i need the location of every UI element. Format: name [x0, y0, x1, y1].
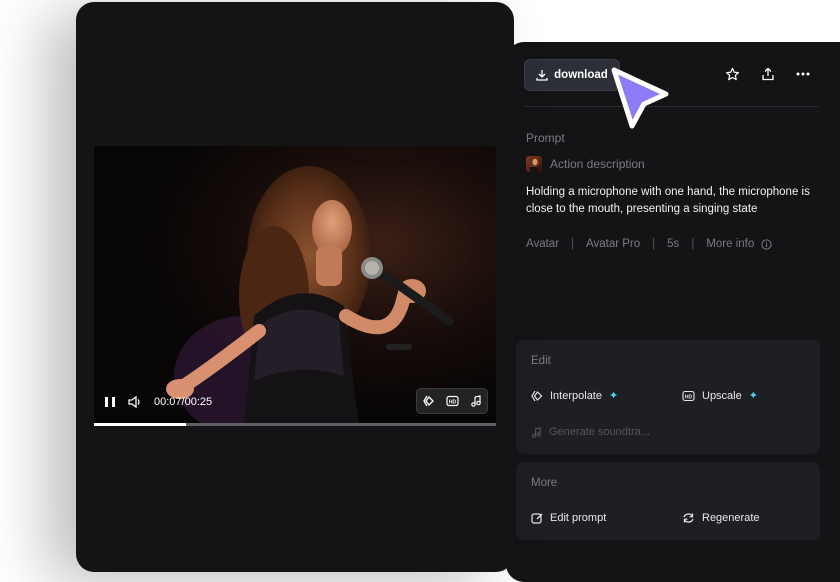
- interpolate-icon[interactable]: [422, 395, 435, 407]
- info-icon[interactable]: [761, 238, 772, 250]
- more-options-icon[interactable]: [795, 66, 811, 82]
- edit-icon: [531, 513, 543, 524]
- download-icon: [536, 70, 548, 81]
- edit-card-title: Edit: [531, 355, 551, 367]
- playback-controls: 00:07/00:25: [104, 396, 212, 408]
- regenerate-label: Regenerate: [702, 512, 760, 524]
- star-icon[interactable]: [724, 66, 740, 82]
- action-description-row: Action description: [526, 156, 645, 172]
- svg-text:HD: HD: [448, 399, 456, 405]
- more-card-title: More: [531, 477, 558, 489]
- pointer-cursor-icon: [608, 64, 674, 139]
- meta-separator: |: [691, 238, 695, 250]
- video-tools: HD: [416, 388, 488, 414]
- regenerate-icon: [683, 513, 694, 523]
- hd-icon[interactable]: HD: [445, 395, 459, 407]
- hd-icon: HD: [682, 390, 695, 401]
- video-panel: 00:07/00:25 HD: [76, 2, 514, 572]
- video-player[interactable]: 00:07/00:25 HD: [94, 146, 496, 426]
- interpolate-icon: [531, 390, 543, 401]
- share-icon[interactable]: [760, 66, 776, 82]
- generate-soundtrack-button[interactable]: Generate soundtra...: [531, 426, 650, 438]
- pause-icon[interactable]: [104, 396, 116, 408]
- interpolate-button[interactable]: Interpolate ✦: [531, 389, 618, 402]
- interpolate-label: Interpolate: [550, 389, 602, 402]
- music-note-icon[interactable]: [470, 395, 482, 407]
- progress-fill: [94, 423, 187, 426]
- sparkle-icon: ✦: [748, 390, 758, 402]
- sparkle-icon: ✦: [608, 390, 619, 402]
- meta-info-row: Avatar | Avatar Pro | 5s | More info: [526, 238, 772, 250]
- action-description-label: Action description: [550, 157, 645, 171]
- video-frame-image: [94, 146, 496, 426]
- more-action: [795, 66, 811, 82]
- regenerate-button[interactable]: Regenerate: [682, 512, 760, 524]
- edit-card: Edit Interpolate ✦ HD Upscale ✦ Generate…: [516, 340, 820, 454]
- edit-prompt-button[interactable]: Edit prompt: [531, 512, 606, 524]
- share-action: [760, 66, 776, 82]
- time-display: 00:07/00:25: [154, 396, 213, 408]
- top-actions: [724, 66, 740, 82]
- music-note-icon: [532, 426, 541, 438]
- meta-duration: 5s: [667, 238, 680, 250]
- download-button[interactable]: download: [524, 59, 620, 91]
- download-label: download: [554, 69, 608, 81]
- meta-separator: |: [571, 238, 575, 250]
- volume-icon[interactable]: [128, 396, 142, 408]
- prompt-text: Holding a microphone with one hand, the …: [526, 186, 810, 215]
- meta-model: Avatar Pro: [586, 238, 641, 250]
- edit-prompt-label: Edit prompt: [550, 512, 607, 524]
- svg-text:HD: HD: [685, 394, 693, 400]
- meta-type: Avatar: [526, 238, 560, 250]
- more-card: More Edit prompt Regenerate: [516, 462, 820, 540]
- generate-soundtrack-label: Generate soundtra...: [549, 426, 650, 438]
- upscale-label: Upscale: [702, 389, 742, 402]
- upscale-button[interactable]: HD Upscale ✦: [682, 389, 758, 402]
- meta-separator: |: [652, 238, 656, 250]
- prompt-heading: Prompt: [526, 131, 565, 145]
- avatar-thumbnail: [526, 156, 542, 172]
- progress-bar[interactable]: [94, 423, 496, 426]
- more-info-link[interactable]: More info: [706, 238, 754, 250]
